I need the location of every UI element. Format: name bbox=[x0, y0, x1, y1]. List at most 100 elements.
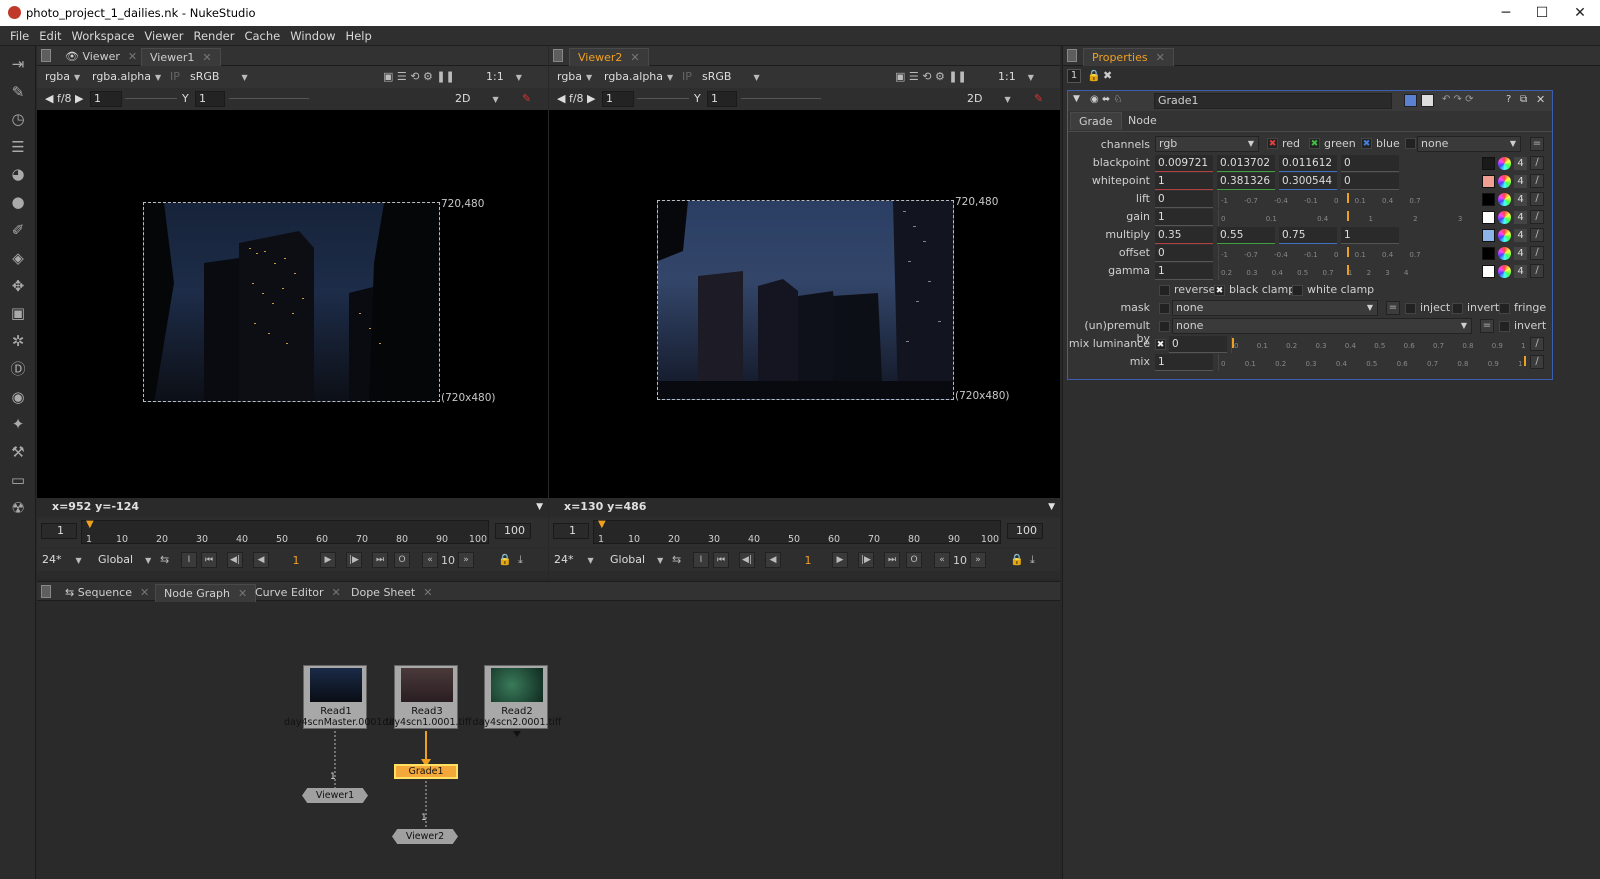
maximize-button[interactable]: ☐ bbox=[1524, 3, 1560, 23]
gain-slider[interactable] bbox=[637, 98, 689, 99]
mix-luminance-slider[interactable]: 0 0.1 0.2 0.3 0.4 0.5 0.6 0.7 0.8 0.9 1 bbox=[1231, 336, 1527, 353]
next-key-icon[interactable]: |▶ bbox=[346, 552, 362, 568]
transform-icon[interactable]: ✥ bbox=[9, 277, 27, 295]
animation-icon[interactable]: ∕ bbox=[1530, 210, 1544, 224]
color-wheel-icon[interactable] bbox=[1498, 175, 1511, 188]
current-frame[interactable]: 1 bbox=[793, 553, 823, 569]
whitepoint-g[interactable]: 0.381326 bbox=[1217, 173, 1275, 190]
viewer2-viewport[interactable]: 720,480 (720x480) bbox=[549, 110, 1060, 498]
increment-value[interactable]: 10 bbox=[439, 553, 457, 569]
viewer1-viewport[interactable]: 720,480 (720x480) bbox=[37, 110, 548, 498]
gain-slider[interactable] bbox=[125, 98, 177, 99]
offset-swatch[interactable] bbox=[1482, 247, 1495, 260]
scope-dropdown[interactable]: Global ▼ bbox=[607, 552, 666, 568]
alpha-checkbox[interactable] bbox=[1405, 138, 1416, 149]
multiply-g[interactable]: 0.55 bbox=[1217, 227, 1275, 244]
gain-input[interactable]: 1 bbox=[1155, 209, 1213, 226]
chevron-down-icon[interactable]: ▼ bbox=[536, 498, 543, 516]
views-icon[interactable]: ◉ bbox=[9, 388, 27, 406]
paint-icon[interactable]: ✎ bbox=[519, 91, 534, 107]
tab-properties[interactable]: Properties ✕ bbox=[1083, 48, 1174, 66]
invert-premult-checkbox[interactable] bbox=[1499, 321, 1510, 332]
in-icon[interactable]: I bbox=[693, 552, 709, 568]
time-icon[interactable]: ◷ bbox=[9, 110, 27, 128]
play-icon[interactable]: ▶ bbox=[832, 552, 848, 568]
nuke-icon[interactable]: ☢ bbox=[9, 499, 27, 517]
loop-icon[interactable]: ⇆ bbox=[669, 552, 684, 568]
animation-icon[interactable]: ∕ bbox=[1530, 228, 1544, 242]
max-panels-input[interactable]: 1 bbox=[1067, 69, 1081, 83]
tab-dope-sheet[interactable]: Dope Sheet ✕ bbox=[343, 584, 440, 602]
animation-icon[interactable]: ∕ bbox=[1530, 337, 1544, 351]
viewer-icons[interactable]: ▣ ☰ ⟲ ⚙ ❚❚ bbox=[892, 69, 970, 85]
lift-slider[interactable]: -1 -0.7 -0.4 -0.1 0 0.1 0.4 0.7 bbox=[1218, 191, 1476, 208]
in-point-input[interactable]: 1 bbox=[41, 523, 77, 539]
grade1-node[interactable]: Grade1 bbox=[394, 764, 458, 779]
deep-icon[interactable]: Ⓓ bbox=[9, 360, 27, 378]
prev-key-icon[interactable]: ◀| bbox=[227, 552, 243, 568]
extra-channel-select[interactable]: none ▼ bbox=[1417, 136, 1521, 152]
panel-drag-handle[interactable] bbox=[1067, 49, 1077, 62]
link-icon[interactable]: = bbox=[1386, 301, 1400, 315]
alpha-dropdown[interactable]: rgba.alpha ▼ bbox=[89, 69, 164, 85]
color-wheel-icon[interactable] bbox=[1498, 265, 1511, 278]
chevron-down-icon[interactable]: ▼ bbox=[1048, 498, 1055, 516]
read1-node[interactable]: Read1 day4scnMaster.0001.tiff bbox=[284, 665, 398, 729]
multiply-a[interactable]: 1 bbox=[1341, 227, 1399, 244]
animation-icon[interactable]: ∕ bbox=[1530, 246, 1544, 260]
paint-icon[interactable]: ✎ bbox=[9, 83, 27, 101]
next-key-icon[interactable]: |▶ bbox=[858, 552, 874, 568]
whitepoint-b[interactable]: 0.300544 bbox=[1279, 173, 1337, 190]
zoom-dropdown[interactable]: 1:1 ▼ bbox=[483, 69, 525, 85]
mix-input[interactable]: 1 bbox=[1155, 354, 1213, 371]
blackpoint-swatch[interactable] bbox=[1482, 157, 1495, 170]
gain-input[interactable]: 1 bbox=[602, 91, 634, 107]
close-icon[interactable]: ✕ bbox=[423, 586, 432, 599]
green-checkbox[interactable]: ✖ bbox=[1309, 138, 1320, 149]
invert-mask-checkbox[interactable] bbox=[1452, 303, 1463, 314]
viewer-icons[interactable]: ▣ ☰ ⟲ ⚙ ❚❚ bbox=[380, 69, 458, 85]
panel-drag-handle[interactable] bbox=[41, 49, 51, 62]
blackpoint-r[interactable]: 0.009721 bbox=[1155, 155, 1213, 172]
channels-dropdown[interactable]: rgba ▼ bbox=[42, 69, 83, 85]
play-back-icon[interactable]: ◀ bbox=[765, 552, 781, 568]
last-frame-icon[interactable]: ⏭ bbox=[372, 552, 388, 568]
gain-swatch[interactable] bbox=[1482, 211, 1495, 224]
particle-icon[interactable]: ✲ bbox=[9, 332, 27, 350]
menu-render[interactable]: Render bbox=[188, 26, 239, 46]
in-point-input[interactable]: 1 bbox=[553, 523, 589, 539]
color-wheel-icon[interactable] bbox=[1498, 193, 1511, 206]
alpha-dropdown[interactable]: rgba.alpha ▼ bbox=[601, 69, 676, 85]
offset-input[interactable]: 0 bbox=[1155, 245, 1213, 262]
out-icon[interactable]: O bbox=[394, 552, 410, 568]
gamma-swatch[interactable] bbox=[1482, 265, 1495, 278]
split-button[interactable]: 4 bbox=[1514, 157, 1527, 170]
color-icon[interactable]: ◕ bbox=[9, 165, 27, 183]
color-wheel-icon[interactable] bbox=[1498, 211, 1511, 224]
split-button[interactable]: 4 bbox=[1514, 265, 1527, 278]
view-mode-dropdown[interactable]: 2D ▼ bbox=[452, 91, 502, 107]
step-forward-icon[interactable]: » bbox=[458, 552, 474, 568]
tab-sequence[interactable]: ⇆ Sequence ✕ bbox=[57, 584, 157, 602]
gamma-slider[interactable] bbox=[741, 98, 821, 99]
tab-curve-editor[interactable]: Curve Editor ✕ bbox=[247, 584, 349, 602]
out-point-input[interactable]: 100 bbox=[1007, 523, 1043, 539]
other-icon[interactable]: ▭ bbox=[9, 471, 27, 489]
gamma-slider[interactable] bbox=[229, 98, 309, 99]
step-back-icon[interactable]: « bbox=[422, 552, 438, 568]
step-back-icon[interactable]: « bbox=[934, 552, 950, 568]
split-button[interactable]: 4 bbox=[1514, 211, 1527, 224]
close-icon[interactable]: ✕ bbox=[1156, 51, 1165, 64]
panel-drag-handle[interactable] bbox=[553, 49, 563, 62]
lift-input[interactable]: 0 bbox=[1155, 191, 1213, 208]
fps-dropdown[interactable]: 24* ▼ bbox=[39, 552, 85, 568]
slider-handle[interactable] bbox=[1524, 356, 1526, 366]
menu-file[interactable]: File bbox=[0, 26, 34, 46]
tab-node-graph[interactable]: Node Graph ✕ bbox=[155, 584, 257, 602]
fstop-control[interactable]: ◀ f/8 ▶ bbox=[42, 91, 87, 107]
close-icon[interactable]: ✕ bbox=[332, 586, 341, 599]
node-header-icons[interactable]: ◉ ⬌ ♘ bbox=[1090, 94, 1122, 105]
undo-redo-icons[interactable]: ↶ ↷ ⟳ bbox=[1442, 94, 1474, 105]
merge-icon[interactable]: ◈ bbox=[9, 249, 27, 267]
close-icon[interactable]: ✕ bbox=[630, 51, 639, 64]
